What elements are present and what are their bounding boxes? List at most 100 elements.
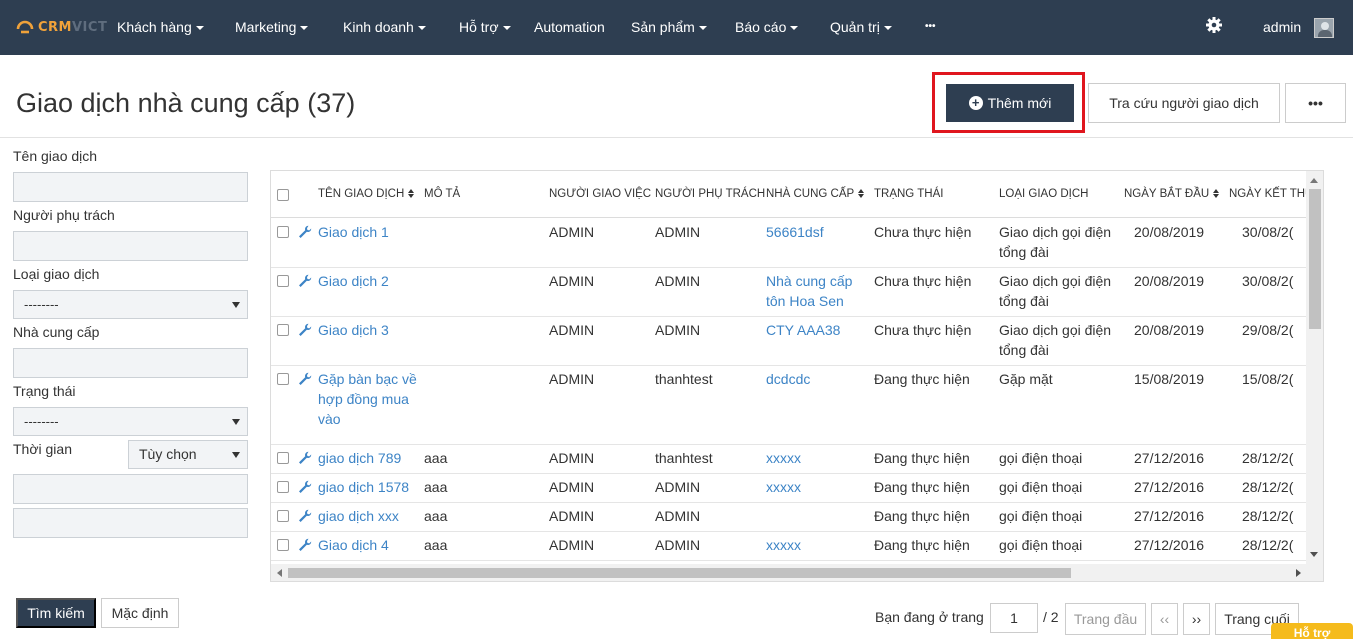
- lookup-contact-button[interactable]: Tra cứu người giao dịch: [1088, 83, 1280, 123]
- nav-sales[interactable]: Kinh doanh: [343, 0, 426, 55]
- filter-date-from-input[interactable]: [13, 474, 248, 504]
- vertical-scrollbar[interactable]: [1306, 171, 1323, 564]
- nav-reports[interactable]: Báo cáo: [735, 0, 799, 55]
- cell-name[interactable]: Giao dịch 2: [318, 271, 418, 291]
- cell-owner: ADMIN: [655, 508, 701, 524]
- wrench-edit-icon[interactable]: [298, 372, 312, 386]
- col-header-start-date[interactable]: Ngày bắt đầu: [1124, 171, 1220, 218]
- cell-supplier[interactable]: 56661dsf: [766, 222, 866, 242]
- nav-automation[interactable]: Automation: [534, 0, 605, 55]
- filter-supplier-label: Nhà cung cấp: [13, 324, 100, 340]
- pagination-label: Bạn đang ở trang: [875, 609, 984, 625]
- cell-status: Đang thực hiện: [874, 508, 970, 524]
- filter-date-to-input[interactable]: [13, 508, 248, 538]
- filter-time-select[interactable]: Tùy chọn: [128, 440, 248, 469]
- table-row: Giao dịch 4 aaa ADMIN ADMIN xxxxx Đang thực h…: [271, 532, 1323, 561]
- col-header-supplier[interactable]: Nhà cung cấp: [766, 171, 865, 218]
- row-checkbox[interactable]: [277, 226, 289, 238]
- row-checkbox[interactable]: [277, 275, 289, 287]
- wrench-edit-icon[interactable]: [298, 509, 312, 523]
- cell-supplier[interactable]: CTY AAA38: [766, 320, 866, 340]
- cell-supplier[interactable]: xxxxx: [766, 477, 866, 497]
- nav-marketing[interactable]: Marketing: [235, 0, 309, 55]
- avatar[interactable]: [1314, 18, 1334, 38]
- cell-supplier[interactable]: Nhà cung cấp tôn Hoa Sen: [766, 271, 866, 311]
- table-row: Giao dịch 2 ADMIN ADMIN Nhà cung cấp tôn Ho…: [271, 268, 1323, 317]
- nav-products[interactable]: Sản phẩm: [631, 0, 707, 55]
- cell-name[interactable]: Giao dịch 3: [318, 320, 418, 340]
- cell-name[interactable]: giao dịch xxx: [318, 506, 418, 526]
- filter-supplier-input[interactable]: [13, 348, 248, 378]
- cell-supplier[interactable]: dcdcdc: [766, 369, 866, 389]
- col-header-name[interactable]: Tên giao dịch: [318, 171, 415, 218]
- search-button[interactable]: Tìm kiếm: [16, 598, 96, 628]
- cell-supplier[interactable]: xxxxx: [766, 448, 866, 468]
- cell-start: 20/08/2019: [1134, 322, 1205, 338]
- cell-name[interactable]: Gặp bàn bạc về hợp đồng mua vào: [318, 369, 418, 429]
- scroll-left-icon[interactable]: [277, 569, 282, 577]
- add-new-button[interactable]: + Thêm mới: [946, 84, 1074, 122]
- row-checkbox[interactable]: [277, 373, 289, 385]
- scroll-up-icon[interactable]: [1310, 178, 1318, 183]
- filter-owner-label: Người phụ trách: [13, 207, 115, 223]
- page-number-input[interactable]: 1: [990, 603, 1038, 633]
- scroll-thumb[interactable]: [1309, 189, 1321, 329]
- cell-end: 29/08/2(: [1242, 322, 1294, 338]
- nav-admin[interactable]: Quản trị: [830, 0, 892, 55]
- cell-owner: ADMIN: [655, 224, 701, 240]
- cell-supplier[interactable]: xxxxx: [766, 535, 866, 555]
- nav-support[interactable]: Hỗ trợ: [459, 0, 511, 55]
- gear-icon[interactable]: [1205, 16, 1223, 34]
- select-all-checkbox[interactable]: [277, 189, 289, 201]
- filter-name-label: Tên giao dịch: [13, 148, 98, 164]
- cell-name[interactable]: giao dịch 1578: [318, 477, 418, 497]
- reset-default-button[interactable]: Mặc định: [101, 598, 179, 628]
- filter-time-label: Thời gian: [13, 441, 72, 457]
- wrench-edit-icon[interactable]: [298, 451, 312, 465]
- select-arrow-icon: [232, 302, 240, 308]
- row-checkbox[interactable]: [277, 324, 289, 336]
- row-checkbox[interactable]: [277, 452, 289, 464]
- wrench-edit-icon[interactable]: [298, 480, 312, 494]
- nav-customers[interactable]: Khách hàng: [117, 0, 204, 55]
- col-header-type: Loại giao dịch: [999, 188, 1089, 200]
- row-checkbox[interactable]: [277, 481, 289, 493]
- cell-assigner: ADMIN: [549, 371, 595, 387]
- avatar-body: [1318, 30, 1332, 37]
- nav-more[interactable]: •••: [925, 0, 936, 55]
- caret-down-icon: [698, 26, 707, 31]
- cell-name[interactable]: giao dịch 789: [318, 448, 418, 468]
- wrench-edit-icon[interactable]: [298, 323, 312, 337]
- row-checkbox[interactable]: [277, 539, 289, 551]
- filter-name-input[interactable]: [13, 172, 248, 202]
- user-name[interactable]: admin: [1263, 0, 1301, 55]
- first-page-button[interactable]: Trang đầu: [1065, 603, 1146, 635]
- row-checkbox[interactable]: [277, 510, 289, 522]
- table-row: Giao dịch 1 ADMIN ADMIN 56661dsf Chưa thực h…: [271, 219, 1323, 268]
- scroll-right-icon[interactable]: [1296, 569, 1301, 577]
- col-header-end-date[interactable]: Ngày kết thú: [1229, 171, 1313, 218]
- cell-name[interactable]: Giao dịch 1: [318, 222, 418, 242]
- wrench-edit-icon[interactable]: [298, 274, 312, 288]
- more-actions-button[interactable]: •••: [1285, 83, 1346, 123]
- horizontal-scrollbar[interactable]: [271, 564, 1323, 581]
- prev-page-button[interactable]: ‹‹: [1151, 603, 1178, 635]
- table-row: giao dịch xxx aaa ADMIN ADMIN Đang thực hiện…: [271, 503, 1323, 532]
- scroll-thumb-horizontal[interactable]: [288, 568, 1071, 578]
- table-row: giao dịch 1578 aaa ADMIN ADMIN xxxxx Đang thự…: [271, 474, 1323, 503]
- next-page-button[interactable]: ››: [1183, 603, 1210, 635]
- cell-name[interactable]: Giao dịch 4: [318, 535, 418, 555]
- wrench-edit-icon[interactable]: [298, 225, 312, 239]
- filter-type-select[interactable]: --------: [13, 290, 248, 319]
- wrench-edit-icon[interactable]: [298, 538, 312, 552]
- table-header: Tên giao dịch Mô tả Người giao việc Ngườ…: [271, 171, 1323, 218]
- cell-owner: ADMIN: [655, 322, 701, 338]
- cell-status: Chưa thực hiện: [874, 322, 972, 338]
- crm-logo[interactable]: CRMVICT: [16, 16, 107, 38]
- scroll-down-icon[interactable]: [1310, 552, 1318, 557]
- caret-down-icon: [502, 26, 511, 31]
- support-chat-tab[interactable]: Hỗ trợ: [1271, 623, 1353, 640]
- filter-status-select[interactable]: --------: [13, 407, 248, 436]
- filter-owner-input[interactable]: [13, 231, 248, 261]
- logo-icon: [16, 20, 34, 34]
